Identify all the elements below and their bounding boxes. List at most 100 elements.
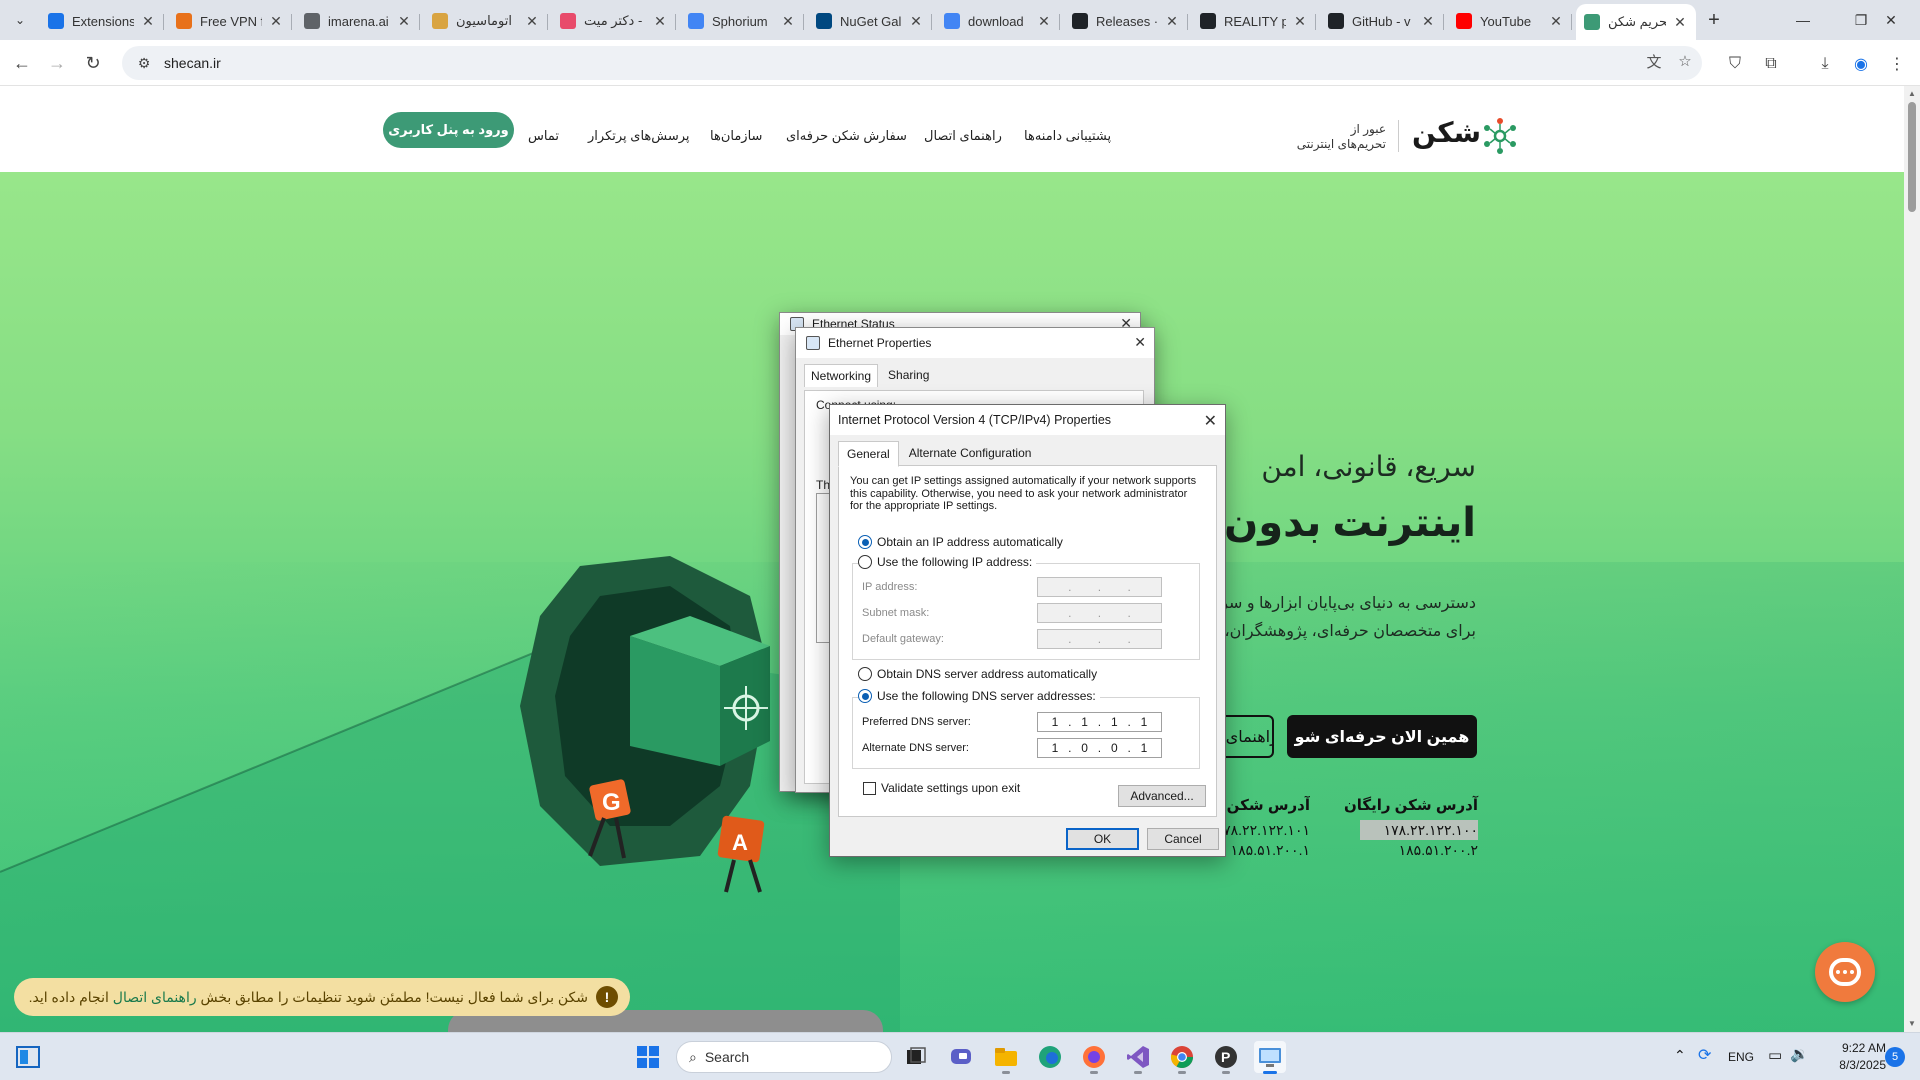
alternate-dns-input[interactable]: 1. 0. 0. 1 [1037, 738, 1162, 758]
extension-shield-icon[interactable]: ⛉ [1722, 51, 1748, 77]
browser-tab[interactable]: REALITY p ✕ [1192, 6, 1316, 36]
address-url[interactable]: shecan.ir [164, 55, 221, 71]
tab-search-button[interactable]: ⌄ [8, 8, 32, 32]
default-gateway-input[interactable]: ... [1037, 629, 1162, 649]
scroll-up-icon[interactable]: ▲ [1908, 90, 1916, 98]
shecan-logo-icon[interactable] [1480, 116, 1520, 156]
forward-button[interactable]: → [43, 49, 71, 77]
task-view-icon[interactable] [900, 1041, 932, 1073]
alternate-dns-octet-4[interactable]: 1 [1135, 741, 1153, 755]
login-panel-button[interactable]: ورود به پنل کاربری [383, 112, 514, 148]
close-window-button[interactable]: ✕ [1862, 0, 1920, 40]
preferred-dns-input[interactable]: 1. 1. 1. 1 [1037, 712, 1162, 732]
taskbar-search[interactable]: ⌕ Search [676, 1041, 892, 1073]
bookmark-star-icon[interactable]: ☆ [1672, 48, 1698, 74]
pycharm-icon[interactable]: P [1210, 1041, 1242, 1074]
teams-chat-icon[interactable] [946, 1041, 978, 1073]
tab-close-icon[interactable]: ✕ [1548, 13, 1564, 29]
ipv4-properties-dialog[interactable]: Internet Protocol Version 4 (TCP/IPv4) P… [829, 404, 1226, 857]
ethernet-properties-titlebar[interactable]: Ethernet Properties ✕ [796, 328, 1154, 358]
tray-overflow-chevron-icon[interactable]: ⌃ [1674, 1047, 1686, 1064]
notification-badge[interactable]: 5 [1885, 1047, 1905, 1067]
alternate-dns-octet-3[interactable]: 0 [1105, 741, 1123, 755]
browser-tab[interactable]: download ✕ [936, 6, 1060, 36]
use-static-ip-option[interactable]: Use the following IP address: [858, 555, 1037, 569]
preferred-dns-octet-2[interactable]: 1 [1076, 715, 1094, 729]
tab-close-icon[interactable]: ✕ [780, 13, 796, 29]
firefox-icon[interactable] [1078, 1041, 1110, 1074]
browser-tab[interactable]: Extensions ✕ [40, 6, 164, 36]
tab-alternate-configuration[interactable]: Alternate Configuration [901, 441, 1040, 467]
widgets-icon[interactable] [12, 1041, 44, 1073]
tab-close-icon[interactable]: ✕ [396, 13, 412, 29]
volume-icon[interactable]: 🔉 [1790, 1045, 1809, 1063]
minimize-button[interactable]: — [1774, 0, 1832, 40]
alternate-dns-octet-1[interactable]: 1 [1046, 741, 1064, 755]
tab-networking[interactable]: Networking [804, 364, 879, 387]
browser-tab[interactable]: Releases · ✕ [1064, 6, 1188, 36]
visual-studio-icon[interactable] [1122, 1041, 1154, 1074]
back-button[interactable]: ← [8, 49, 36, 77]
free-dns-primary[interactable]: ۱۷۸.۲۲.۱۲۲.۱۰۰ [1360, 820, 1478, 840]
downloads-icon[interactable]: ⤓ [1812, 51, 1838, 77]
browser-tab[interactable]: تحریم شکن ✕ [1576, 4, 1696, 40]
scroll-down-icon[interactable]: ▼ [1908, 1020, 1916, 1028]
edge-browser-icon[interactable] [1034, 1041, 1066, 1073]
ethernet-properties-close-icon[interactable]: ✕ [1134, 334, 1146, 351]
cancel-button[interactable]: Cancel [1147, 828, 1219, 850]
preferred-dns-octet-1[interactable]: 1 [1046, 715, 1064, 729]
file-explorer-icon[interactable] [990, 1041, 1022, 1074]
tab-close-icon[interactable]: ✕ [140, 13, 156, 29]
preferred-dns-octet-3[interactable]: 1 [1105, 715, 1123, 729]
use-static-dns-radio[interactable] [858, 689, 872, 703]
support-chat-button[interactable] [1815, 942, 1875, 1002]
browser-tab[interactable]: imarena.ai ✕ [296, 6, 420, 36]
ip-address-input[interactable]: ... [1037, 577, 1162, 597]
preferred-dns-octet-4[interactable]: 1 [1135, 715, 1153, 729]
obtain-ip-auto-option[interactable]: Obtain an IP address automatically [858, 535, 1063, 549]
tab-close-icon[interactable]: ✕ [1420, 13, 1436, 29]
browser-tab[interactable]: NuGet Gal ✕ [808, 6, 932, 36]
menu-kebab-icon[interactable]: ⋮ [1884, 51, 1910, 77]
subnet-mask-input[interactable]: ... [1037, 603, 1162, 623]
use-static-ip-radio[interactable] [858, 555, 872, 569]
tab-sharing[interactable]: Sharing [882, 364, 935, 387]
scrollbar-thumb[interactable] [1908, 102, 1916, 212]
tab-close-icon[interactable]: ✕ [1164, 13, 1180, 29]
validate-settings-checkbox[interactable] [863, 781, 876, 795]
extensions-icon[interactable]: ⧉ [1758, 51, 1784, 77]
profile-icon[interactable]: ◉ [1848, 51, 1874, 77]
tab-close-icon[interactable]: ✕ [908, 13, 924, 29]
obtain-dns-auto-radio[interactable] [858, 667, 872, 681]
system-clock[interactable]: 9:22 AM 8/3/2025 [1826, 1040, 1886, 1074]
language-indicator[interactable]: ENG [1728, 1050, 1754, 1064]
tab-close-icon[interactable]: ✕ [268, 13, 284, 29]
shecan-logo-text[interactable]: شکن [1412, 116, 1481, 149]
reload-button[interactable]: ↻ [79, 49, 107, 77]
browser-tab[interactable]: اتوماسیون ✕ [424, 6, 548, 36]
browser-tab[interactable]: YouTube ✕ [1448, 6, 1572, 36]
tab-close-icon[interactable]: ✕ [1292, 13, 1308, 29]
browser-tab[interactable]: GitHub - v ✕ [1320, 6, 1444, 36]
network-settings-icon[interactable] [1254, 1041, 1286, 1074]
nav-contact[interactable]: تماس [528, 128, 559, 144]
advanced-button[interactable]: Advanced... [1118, 785, 1206, 807]
network-icon[interactable]: ▭ [1768, 1046, 1782, 1064]
obtain-ip-auto-radio[interactable] [858, 535, 872, 549]
ok-button[interactable]: OK [1066, 828, 1139, 850]
sync-icon[interactable]: ⟳ [1698, 1045, 1711, 1065]
free-dns-secondary[interactable]: ۱۸۵.۵۱.۲۰۰.۲ [1360, 840, 1478, 860]
page-scrollbar[interactable]: ▲ ▼ [1904, 86, 1920, 1032]
browser-tab[interactable]: Free VPN f ✕ [168, 6, 292, 36]
nav-faq[interactable]: پرسش‌های پرتکرار [588, 128, 690, 144]
tab-close-icon[interactable]: ✕ [1036, 13, 1052, 29]
tab-general[interactable]: General [838, 441, 899, 467]
ipv4-close-icon[interactable]: ✕ [1204, 411, 1217, 431]
use-static-dns-option[interactable]: Use the following DNS server addresses: [858, 689, 1100, 703]
tab-close-icon[interactable]: ✕ [1672, 14, 1688, 30]
obtain-dns-auto-option[interactable]: Obtain DNS server address automatically [858, 667, 1097, 681]
tab-close-icon[interactable]: ✕ [652, 13, 668, 29]
browser-tab[interactable]: دکتر میت - ✕ [552, 6, 676, 36]
windows-start-icon[interactable] [632, 1041, 664, 1073]
address-bar[interactable]: ⚙ shecan.ir [122, 46, 1702, 80]
